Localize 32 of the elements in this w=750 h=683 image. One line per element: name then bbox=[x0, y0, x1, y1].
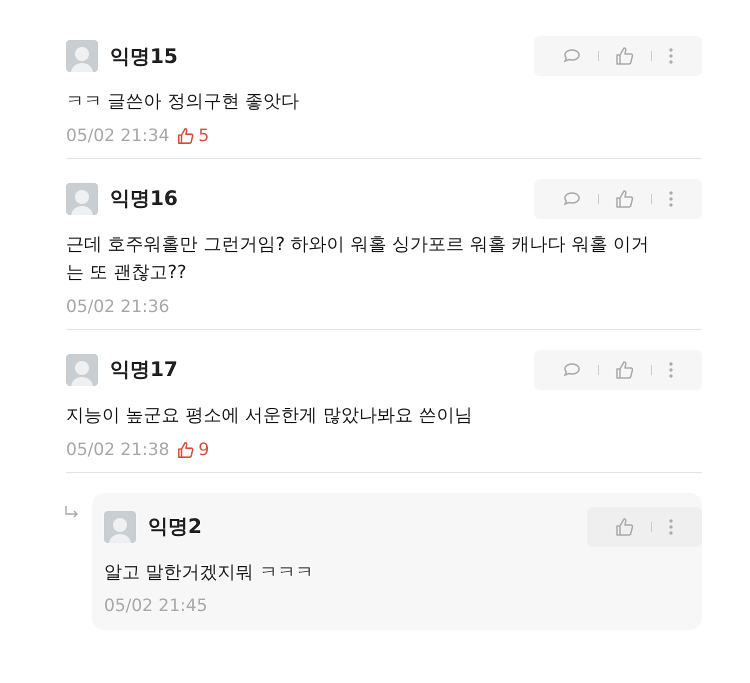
like-count: 5 bbox=[177, 126, 210, 146]
more-icon[interactable] bbox=[668, 360, 674, 380]
thumbs-up-icon[interactable] bbox=[615, 516, 635, 537]
author-name: 익명2 bbox=[148, 513, 203, 540]
comment-text: 지능이 높군요 평소에 서운한게 많았나봐요 쓴이님 bbox=[66, 404, 474, 428]
more-icon[interactable] bbox=[668, 46, 674, 66]
like-count: 9 bbox=[177, 440, 210, 460]
comment-icon[interactable] bbox=[562, 190, 582, 208]
author-name: 익명15 bbox=[110, 42, 179, 70]
avatar-icon bbox=[66, 40, 98, 72]
comment-icon[interactable] bbox=[562, 360, 582, 379]
comment-time: 05/02 21:34 bbox=[66, 126, 170, 146]
thumbs-up-icon[interactable] bbox=[615, 188, 635, 209]
reply-arrow-icon bbox=[64, 504, 80, 519]
comment-time: 05/02 21:36 bbox=[66, 296, 170, 317]
comment-time: 05/02 21:38 bbox=[66, 440, 170, 460]
thumbs-up-icon[interactable] bbox=[615, 360, 635, 380]
comment-icon[interactable] bbox=[562, 47, 582, 65]
comment-time: 05/02 21:45 bbox=[104, 596, 208, 616]
comment-text: 알고 말한거겠지뭐 ㅋㅋㅋ bbox=[104, 560, 314, 585]
avatar-icon bbox=[66, 182, 98, 215]
author-name: 익명16 bbox=[110, 185, 179, 212]
comment-text: ㅋㅋ 글쓴아 정의구현 좋앗다 bbox=[66, 90, 300, 114]
author-name: 익명17 bbox=[110, 356, 179, 384]
avatar-icon bbox=[104, 510, 136, 543]
more-icon[interactable] bbox=[668, 516, 674, 537]
comment-text: 근데 호주워홀만 그런거임? 하와이 워홀 싱가포르 워홀 캐나다 워홀 이거는 또 괜찮고?? bbox=[66, 232, 650, 285]
thumbs-up-icon[interactable] bbox=[615, 46, 635, 66]
thumbs-up-icon bbox=[177, 126, 196, 145]
thumbs-up-icon bbox=[177, 440, 196, 459]
more-icon[interactable] bbox=[668, 188, 674, 209]
avatar-icon bbox=[66, 354, 98, 386]
